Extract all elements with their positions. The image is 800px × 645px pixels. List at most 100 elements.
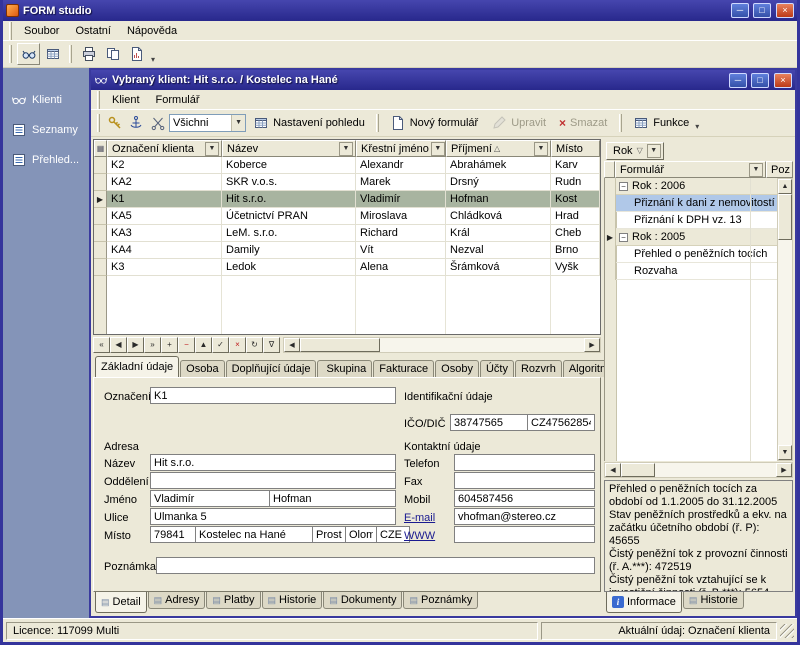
group-by-rok-button[interactable]: Rok ▽ ▼ xyxy=(606,142,664,160)
cell[interactable]: Alena xyxy=(356,259,446,276)
column-header-formular[interactable]: Formulář ▼ xyxy=(615,161,766,178)
scrollbar-thumb[interactable] xyxy=(300,338,380,352)
tab-zakladni-udaje[interactable]: Základní údaje xyxy=(95,356,179,377)
cell[interactable]: KA2 xyxy=(107,174,222,191)
cell[interactable]: Karv xyxy=(551,157,600,174)
chevron-down-icon[interactable]: ▼ xyxy=(647,144,661,158)
tab-historie-forms[interactable]: ▤Historie xyxy=(683,592,744,609)
cell[interactable]: Vít xyxy=(356,242,446,259)
cell[interactable]: Chládková xyxy=(446,208,551,225)
scroll-right-button[interactable]: ▶ xyxy=(584,338,600,352)
cell[interactable]: Vyšk xyxy=(551,259,600,276)
view-settings-button[interactable]: Nastavení pohledu xyxy=(247,113,371,134)
nav-prior-button[interactable]: ◀ xyxy=(110,337,127,353)
email-link-label[interactable]: E-mail xyxy=(404,512,435,524)
tab-historie[interactable]: ▤Historie xyxy=(262,592,323,609)
table-row[interactable]: KA2 SKR v.o.s. Marek Drsný Rudn xyxy=(94,174,600,191)
reports-button[interactable] xyxy=(125,43,148,65)
table-row[interactable]: K2 Koberce Alexandr Abrahámek Karv xyxy=(94,157,600,174)
column-header-poznamka[interactable]: Poz xyxy=(766,161,793,178)
scrollbar-thumb[interactable] xyxy=(778,194,792,240)
nav-filter-button[interactable]: ∇ xyxy=(263,337,280,353)
cell[interactable]: Miroslava xyxy=(356,208,446,225)
filter-dropdown-icon[interactable]: ▼ xyxy=(205,142,219,156)
filter-dropdown-icon[interactable]: ▼ xyxy=(534,142,548,156)
cell[interactable]: Marek xyxy=(356,174,446,191)
minimize-button[interactable]: ─ xyxy=(729,73,747,88)
nav-delete-button[interactable]: − xyxy=(178,337,195,353)
nav-refresh-button[interactable]: ↻ xyxy=(246,337,263,353)
cell[interactable]: Šrámková xyxy=(446,259,551,276)
close-button[interactable]: × xyxy=(776,3,794,18)
tab-poznamky[interactable]: ▤Poznámky xyxy=(403,592,478,609)
sidebar-item-prehledy[interactable]: Přehled... xyxy=(3,148,89,172)
filter-dropdown-icon[interactable]: ▼ xyxy=(749,163,763,177)
menu-formular[interactable]: Formulář xyxy=(148,92,208,108)
cell[interactable]: Hofman xyxy=(446,191,551,208)
grid-horizontal-scrollbar[interactable]: ◀ ▶ xyxy=(283,337,601,353)
okres-input[interactable] xyxy=(312,526,346,543)
tree-item[interactable]: Rozvaha xyxy=(605,263,777,280)
scroll-up-button[interactable]: ▲ xyxy=(778,179,792,194)
collapse-icon[interactable]: − xyxy=(619,182,628,191)
edit-button[interactable]: Upravit xyxy=(485,113,552,134)
menubar-grip[interactable] xyxy=(97,91,100,109)
cell[interactable]: LeM. s.r.o. xyxy=(222,225,356,242)
www-link-label[interactable]: WWW xyxy=(404,530,435,542)
prijmeni-input[interactable] xyxy=(269,490,396,507)
jmeno-input[interactable] xyxy=(150,490,270,507)
anchor-button[interactable] xyxy=(126,112,146,134)
tab-doplnujici-udaje[interactable]: Doplňující údaje xyxy=(226,360,317,377)
tab-skupina[interactable]: Skupina xyxy=(317,360,372,377)
fax-input[interactable] xyxy=(454,472,595,489)
column-header-nazev[interactable]: Název ▼ xyxy=(222,140,356,157)
cut-button[interactable] xyxy=(148,112,168,134)
toolbar-grip[interactable] xyxy=(9,45,12,63)
email-input[interactable] xyxy=(454,508,595,525)
misto-input[interactable] xyxy=(195,526,313,543)
tab-informace[interactable]: iInformace xyxy=(606,592,682,613)
toolbar-grip[interactable] xyxy=(97,114,100,132)
clients-button[interactable] xyxy=(17,43,40,65)
cell[interactable]: Kost xyxy=(551,191,600,208)
psc-input[interactable] xyxy=(150,526,196,543)
lists-button[interactable] xyxy=(41,43,64,65)
column-header-misto[interactable]: Místo xyxy=(551,140,600,157)
cell[interactable]: Drsný xyxy=(446,174,551,191)
cell[interactable]: Vladimír xyxy=(356,191,446,208)
minimize-button[interactable]: ─ xyxy=(731,3,749,18)
filter-dropdown-icon[interactable]: ▼ xyxy=(431,142,445,156)
cell[interactable]: Ledok xyxy=(222,259,356,276)
oddeleni-input[interactable] xyxy=(150,472,396,489)
tree-group-row[interactable]: ▶ −Rok : 2005 xyxy=(605,229,777,246)
cell[interactable]: Cheb xyxy=(551,225,600,242)
scroll-left-button[interactable]: ◀ xyxy=(605,463,621,477)
dic-input[interactable] xyxy=(527,414,595,431)
cell[interactable]: Hrad xyxy=(551,208,600,225)
nazev-input[interactable] xyxy=(150,454,396,471)
tab-detail[interactable]: ▤Detail xyxy=(95,592,147,613)
nav-cancel-button[interactable]: × xyxy=(229,337,246,353)
menu-soubor[interactable]: Soubor xyxy=(16,23,67,39)
maximize-button[interactable]: □ xyxy=(753,3,771,18)
tab-osoby[interactable]: Osoby xyxy=(435,360,479,377)
column-header-oznaceni-klienta[interactable]: Označení klienta ▼ xyxy=(107,140,222,157)
cell[interactable]: Rudn xyxy=(551,174,600,191)
mobil-input[interactable] xyxy=(454,490,595,507)
copy-button[interactable] xyxy=(101,43,124,65)
menu-klient[interactable]: Klient xyxy=(104,92,148,108)
table-row[interactable]: KA4 Damily Vít Nezval Brno xyxy=(94,242,600,259)
grid-corner-cell[interactable]: ▦ xyxy=(94,140,107,157)
filter-dropdown-icon[interactable]: ▼ xyxy=(339,142,353,156)
scroll-down-button[interactable]: ▼ xyxy=(778,445,792,460)
sidebar-item-seznamy[interactable]: Seznamy xyxy=(3,118,89,142)
sidebar-item-klienti[interactable]: Klienti xyxy=(3,88,89,112)
cell[interactable]: Richard xyxy=(356,225,446,242)
toolbar-overflow-icon[interactable]: ▾ xyxy=(149,55,157,66)
tab-osoba[interactable]: Osoba xyxy=(180,360,224,377)
menubar-grip[interactable] xyxy=(9,22,12,40)
tab-rozvrh[interactable]: Rozvrh xyxy=(515,360,562,377)
cell[interactable]: Účetnictví PRAN xyxy=(222,208,356,225)
scroll-right-button[interactable]: ▶ xyxy=(776,463,792,477)
resize-grip[interactable] xyxy=(780,624,794,638)
